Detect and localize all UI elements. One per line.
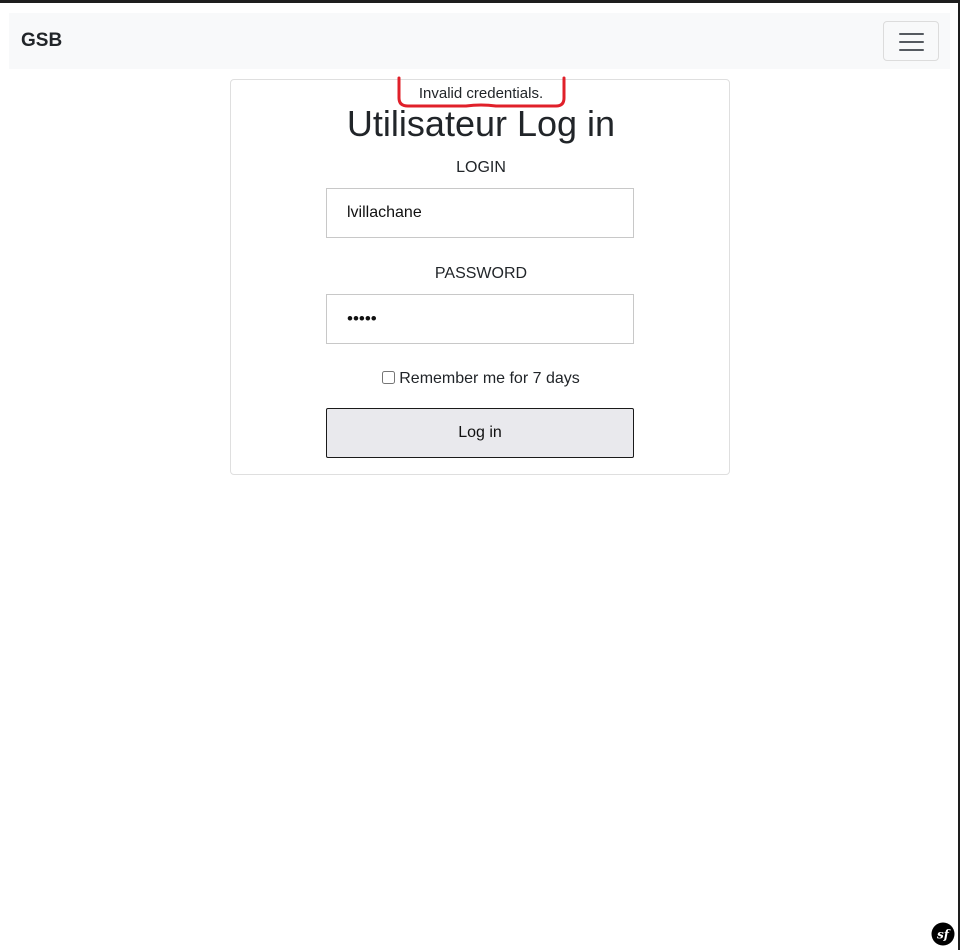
- password-input[interactable]: •••••: [326, 294, 634, 344]
- navbar-toggler-button[interactable]: [883, 21, 939, 61]
- password-label: PASSWORD: [434, 265, 528, 282]
- navbar-brand[interactable]: GSB: [21, 30, 62, 52]
- error-highlight-annotation: [397, 76, 566, 108]
- login-label: LOGIN: [456, 159, 506, 176]
- remember-me: Remember me for 7 days: [231, 370, 731, 388]
- login-button[interactable]: Log in: [326, 408, 634, 458]
- navbar: GSB: [9, 13, 950, 69]
- symfony-logo-glyph: sf: [937, 928, 951, 942]
- window-top-border: [0, 0, 960, 3]
- remember-me-label[interactable]: Remember me for 7 days: [399, 370, 580, 387]
- symfony-logo-icon[interactable]: sf: [931, 922, 955, 946]
- remember-me-checkbox[interactable]: [382, 371, 396, 384]
- login-card: Invalid credentials. Utilisateur Log in …: [230, 79, 730, 475]
- login-input[interactable]: [326, 188, 634, 238]
